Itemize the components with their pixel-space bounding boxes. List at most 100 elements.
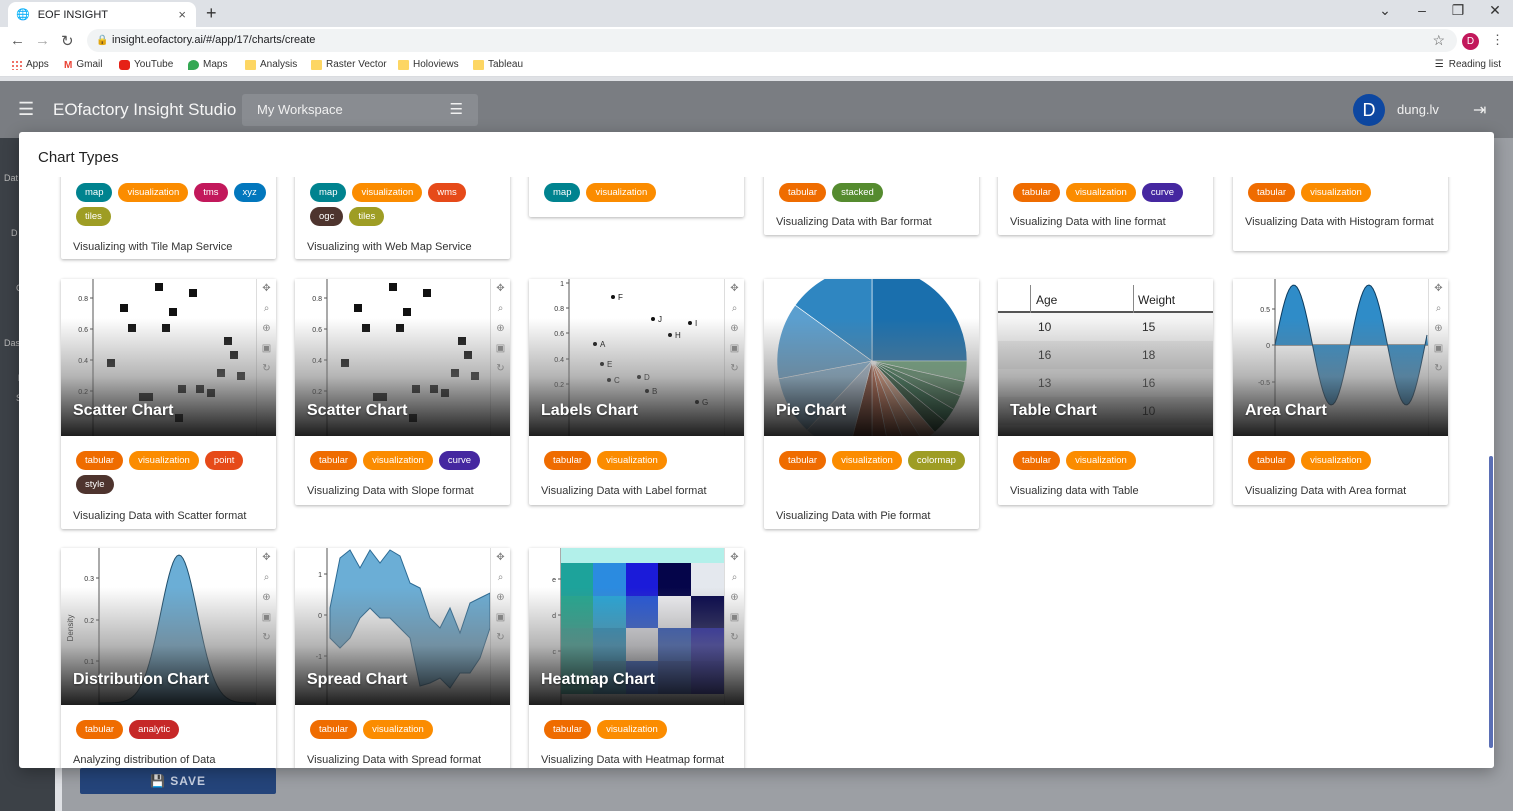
tag-chip[interactable]: stacked <box>832 183 883 202</box>
bookmark-tableau[interactable]: Tableau <box>473 59 523 70</box>
tag-chip[interactable]: tabular <box>310 720 358 739</box>
bookmark-analysis[interactable]: Analysis <box>245 59 297 70</box>
tag-chip[interactable]: tiles <box>349 207 385 226</box>
profile-avatar[interactable]: D <box>1462 33 1479 50</box>
chart-thumbnail[interactable]: AgeWeight1015161813161010Table Chart <box>998 279 1213 436</box>
tag-chip[interactable]: tabular <box>1248 451 1296 470</box>
tag-chip[interactable]: style <box>76 475 114 494</box>
reading-list[interactable]: ☰ Reading list <box>1435 59 1501 70</box>
tag-chip[interactable]: tabular <box>76 451 124 470</box>
chart-thumbnail[interactable]: 0.50-0.5✥⌕⊕▣↻Area Chart <box>1233 279 1448 436</box>
tag-chip[interactable]: tabular <box>779 183 827 202</box>
bookmark-youtube[interactable]: YouTube <box>119 59 173 70</box>
chart-type-card[interactable]: 10-1✥⌕⊕▣↻Spread Chart tabular visualizatio… <box>295 548 510 768</box>
close-window-icon[interactable]: ✕ <box>1477 2 1513 19</box>
scrollbar-thumb[interactable] <box>1489 456 1493 748</box>
chart-type-card[interactable]: 0.80.60.40.2✥⌕⊕▣↻Scatter Chart tabular vis… <box>61 279 276 529</box>
tag-chip[interactable]: curve <box>1141 183 1184 202</box>
menu-icon[interactable]: ☰ <box>18 99 34 120</box>
tag-list: tabular analytic <box>76 720 266 739</box>
tag-chip[interactable]: tabular <box>310 451 358 470</box>
tag-chip[interactable]: tiles <box>76 207 111 226</box>
chart-thumbnail[interactable]: 0.80.60.40.2✥⌕⊕▣↻Scatter Chart <box>61 279 276 436</box>
tag-chip[interactable]: wms <box>428 183 466 202</box>
tag-chip[interactable]: analytic <box>129 720 180 739</box>
tag-chip[interactable]: visualization <box>118 183 189 202</box>
chart-type-card[interactable]: tabular visualization curve Visualizing Dat… <box>998 177 1213 235</box>
tag-chip[interactable]: map <box>310 183 347 202</box>
chart-type-card[interactable]: 0.80.60.40.2✥⌕⊕▣↻Scatter Chart tabular vis… <box>295 279 510 505</box>
tag-chip[interactable]: tabular <box>544 451 592 470</box>
tag-chip[interactable]: tabular <box>1013 451 1061 470</box>
tag-chip[interactable]: visualization <box>1301 451 1371 470</box>
tag-chip[interactable]: ogc <box>310 207 344 226</box>
chart-type-card[interactable]: 10.80.60.40.2FJIHAEDCBG✥⌕⊕▣↻Labels Chart… <box>529 279 744 505</box>
chart-thumbnail[interactable]: edc✥⌕⊕▣↻Heatmap Chart <box>529 548 744 705</box>
tag-chip[interactable]: tabular <box>1013 183 1061 202</box>
chart-type-card[interactable]: edc✥⌕⊕▣↻Heatmap Chart tabular visualizatio… <box>529 548 744 768</box>
close-tab-icon[interactable]: × <box>178 7 186 22</box>
restore-icon[interactable]: ❐ <box>1440 2 1476 19</box>
chart-thumbnail[interactable]: 0.30.20.1Density✥⌕⊕▣↻Distribution Chart <box>61 548 276 705</box>
chart-type-title: Scatter Chart <box>73 402 174 419</box>
chart-type-card[interactable]: tabular stacked Visualizing Data with Bar … <box>764 177 979 235</box>
chart-thumbnail[interactable]: 0.80.60.40.2✥⌕⊕▣↻Scatter Chart <box>295 279 510 436</box>
tag-chip[interactable]: visualization <box>363 720 433 739</box>
bookmark-apps[interactable]: Apps <box>11 59 49 70</box>
chart-type-card[interactable]: map visualization <box>529 177 744 217</box>
browser-tab[interactable]: 🌐 EOF INSIGHT × <box>8 2 196 27</box>
chart-type-card[interactable]: 0.50-0.5✥⌕⊕▣↻Area Chart tabular visualizat… <box>1233 279 1448 505</box>
bookmark-maps[interactable]: Maps <box>188 59 227 70</box>
chart-type-card[interactable]: map visualization wms ogc tiles Visualizing w… <box>295 177 510 259</box>
tab-search-icon[interactable]: ⌄ <box>1367 2 1403 19</box>
chart-type-card[interactable]: map visualization tms xyz tiles Visualizing w… <box>61 177 276 259</box>
tag-chip[interactable]: visualization <box>597 720 667 739</box>
chart-thumbnail[interactable]: 10-1✥⌕⊕▣↻Spread Chart <box>295 548 510 705</box>
tag-chip[interactable]: visualization <box>586 183 657 202</box>
tag-chip[interactable]: visualization <box>1301 183 1371 202</box>
tag-chip[interactable]: visualization <box>1066 183 1136 202</box>
save-button[interactable]: 💾 SAVE <box>80 768 276 794</box>
chart-type-card[interactable]: 0.30.20.1Density✥⌕⊕▣↻Distribution Chart t… <box>61 548 276 768</box>
tag-chip[interactable]: visualization <box>363 451 433 470</box>
chart-type-card[interactable]: tabular visualization Visualizing Data wit… <box>1233 177 1448 251</box>
new-tab-button[interactable]: + <box>206 3 217 24</box>
tag-chip[interactable]: visualization <box>1066 451 1136 470</box>
forward-icon[interactable]: → <box>35 32 50 49</box>
chart-thumbnail[interactable]: Pie Chart <box>764 279 979 436</box>
sidenav-fragment[interactable]: Das <box>4 338 20 348</box>
tag-chip[interactable]: visualization <box>597 451 667 470</box>
back-icon[interactable]: ← <box>10 32 25 49</box>
tag-chip[interactable]: tabular <box>1248 183 1296 202</box>
tag-chip[interactable]: tms <box>194 183 228 202</box>
tag-chip[interactable]: point <box>204 451 244 470</box>
reload-icon[interactable]: ↻ <box>61 32 74 50</box>
card-description: Visualizing Data with Label format <box>541 485 707 497</box>
bookmark-star-icon[interactable]: ☆ <box>1432 29 1445 52</box>
sidenav-fragment[interactable]: D <box>11 228 18 238</box>
sidenav-fragment[interactable]: Dat <box>4 173 18 183</box>
logout-icon[interactable]: ⇥ <box>1473 100 1486 120</box>
tag-chip[interactable]: xyz <box>233 183 266 202</box>
chart-thumbnail[interactable]: 10.80.60.40.2FJIHAEDCBG✥⌕⊕▣↻Labels Chart <box>529 279 744 436</box>
tag-chip[interactable]: map <box>544 183 581 202</box>
url-input[interactable]: 🔒 insight.eofactory.ai/#/app/17/charts/c… <box>87 29 1457 52</box>
tag-chip[interactable]: visualization <box>129 451 199 470</box>
tag-chip[interactable]: tabular <box>76 720 124 739</box>
minimize-icon[interactable]: – <box>1404 2 1440 18</box>
bookmark-holoviews[interactable]: Holoviews <box>398 59 459 70</box>
bookmark-raster-vector[interactable]: Raster Vector <box>311 59 387 70</box>
tag-chip[interactable]: map <box>76 183 113 202</box>
tag-chip[interactable]: tabular <box>544 720 592 739</box>
chart-type-card[interactable]: Pie Chart tabular visualization colormap Vis… <box>764 279 979 529</box>
bookmark-gmail[interactable]: M Gmail <box>64 59 102 71</box>
browser-menu-icon[interactable]: ⋮ <box>1491 32 1504 48</box>
chart-type-card[interactable]: AgeWeight1015161813161010Table Chart tabu… <box>998 279 1213 505</box>
tag-chip[interactable]: visualization <box>352 183 423 202</box>
tag-chip[interactable]: colormap <box>907 451 965 470</box>
tag-chip[interactable]: tabular <box>779 451 827 470</box>
user-avatar[interactable]: D <box>1353 94 1385 126</box>
workspace-selector[interactable]: My Workspace ☰ <box>242 94 478 126</box>
tag-chip[interactable]: curve <box>438 451 481 470</box>
tag-chip[interactable]: visualization <box>832 451 902 470</box>
